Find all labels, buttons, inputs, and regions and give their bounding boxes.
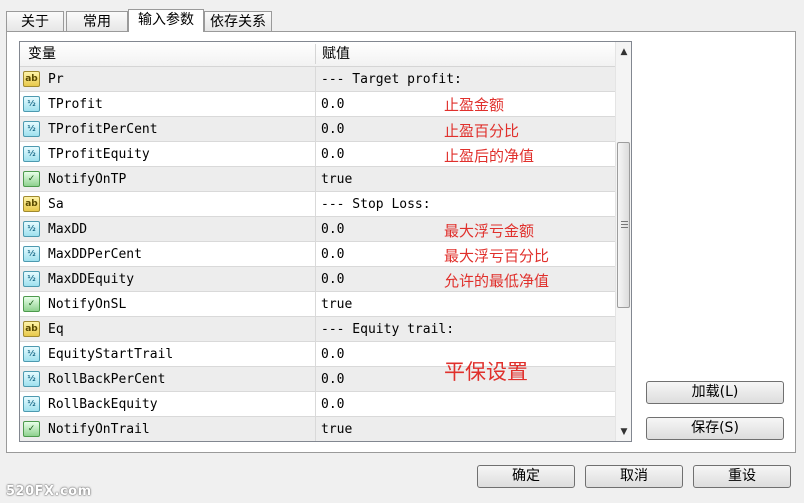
column-divider[interactable] bbox=[315, 44, 316, 64]
parameter-value[interactable]: --- Stop Loss: bbox=[321, 192, 431, 217]
parameter-name: Sa bbox=[48, 197, 64, 212]
parameter-value[interactable]: 0.0 bbox=[321, 92, 344, 117]
tab-common[interactable]: 常用 bbox=[66, 11, 128, 31]
number-param-icon: ½ bbox=[23, 396, 40, 412]
column-divider bbox=[315, 367, 316, 391]
number-param-icon: ½ bbox=[23, 371, 40, 387]
parameter-value[interactable]: 0.0 bbox=[321, 242, 344, 267]
number-param-icon: ½ bbox=[23, 346, 40, 362]
parameters-grid[interactable]: 变量 赋值 ab Pr --- Target profit: ½ TProfit 0.0 ½… bbox=[19, 41, 632, 442]
bool-param-icon: ✓ bbox=[23, 421, 40, 437]
save-button[interactable]: 保存(S) bbox=[646, 417, 784, 440]
table-row[interactable]: ½ TProfit 0.0 bbox=[20, 92, 615, 117]
annotation-breakeven-settings: 平保设置 bbox=[444, 360, 528, 384]
parameter-value[interactable]: 0.0 bbox=[321, 392, 344, 417]
column-divider bbox=[315, 267, 316, 291]
column-header-value[interactable]: 赋值 bbox=[322, 42, 350, 66]
parameter-name: EquityStartTrail bbox=[48, 347, 174, 362]
column-divider bbox=[315, 292, 316, 316]
table-row[interactable]: ab Pr --- Target profit: bbox=[20, 67, 615, 92]
parameter-name: MaxDDPerCent bbox=[48, 247, 142, 262]
watermark-logo: 520FX.com bbox=[6, 484, 92, 499]
parameter-name: RollBackPerCent bbox=[48, 372, 166, 387]
parameter-value[interactable]: --- Target profit: bbox=[321, 67, 462, 92]
string-param-icon: ab bbox=[23, 196, 40, 212]
parameter-value[interactable]: 0.0 bbox=[321, 142, 344, 167]
bool-param-icon: ✓ bbox=[23, 296, 40, 312]
table-row[interactable]: ab Sa --- Stop Loss: bbox=[20, 192, 615, 217]
parameter-value[interactable]: true bbox=[321, 167, 352, 192]
column-divider bbox=[315, 417, 316, 441]
string-param-icon: ab bbox=[23, 71, 40, 87]
grip-line bbox=[621, 221, 628, 222]
parameter-name: RollBackEquity bbox=[48, 397, 158, 412]
parameter-name: Eq bbox=[48, 322, 64, 337]
parameter-value[interactable]: 0.0 bbox=[321, 217, 344, 242]
grip-line bbox=[621, 227, 628, 228]
table-row[interactable]: ab Eq --- Equity trail: bbox=[20, 317, 615, 342]
column-divider bbox=[315, 67, 316, 91]
number-param-icon: ½ bbox=[23, 96, 40, 112]
column-header-variable[interactable]: 变量 bbox=[28, 42, 56, 66]
parameter-value[interactable]: 0.0 bbox=[321, 267, 344, 292]
parameter-value[interactable]: true bbox=[321, 292, 352, 317]
parameter-value[interactable]: --- Equity trail: bbox=[321, 317, 454, 342]
parameter-name: MaxDDEquity bbox=[48, 272, 135, 287]
column-divider bbox=[315, 242, 316, 266]
tab-dependencies[interactable]: 依存关系 bbox=[204, 11, 272, 31]
table-row[interactable]: ½ TProfitPerCent 0.0 bbox=[20, 117, 615, 142]
parameter-value[interactable]: 0.0 bbox=[321, 117, 344, 142]
column-divider bbox=[315, 142, 316, 166]
parameter-name: Pr bbox=[48, 72, 64, 87]
parameter-name: NotifyOnTP bbox=[48, 172, 127, 187]
table-row[interactable]: ✓ NotifyOnSL true bbox=[20, 292, 615, 317]
scroll-down-arrow-icon[interactable]: ▼ bbox=[616, 424, 631, 440]
annotation-take-profit-percent: 止盈百分比 bbox=[444, 122, 520, 140]
number-param-icon: ½ bbox=[23, 146, 40, 162]
number-param-icon: ½ bbox=[23, 271, 40, 287]
number-param-icon: ½ bbox=[23, 246, 40, 262]
parameter-name: TProfitPerCent bbox=[48, 122, 158, 137]
annotation-max-drawdown-amount: 最大浮亏金额 bbox=[444, 222, 535, 240]
load-button[interactable]: 加载(L) bbox=[646, 381, 784, 404]
grid-header: 变量 赋值 bbox=[20, 42, 615, 67]
vertical-scrollbar[interactable]: ▲ ▼ bbox=[615, 42, 631, 441]
column-divider bbox=[315, 392, 316, 416]
tab-inputs[interactable]: 输入参数 bbox=[128, 9, 204, 32]
column-divider bbox=[315, 117, 316, 141]
parameter-name: TProfitEquity bbox=[48, 147, 150, 162]
parameter-name: TProfit bbox=[48, 97, 103, 112]
scrollbar-thumb[interactable] bbox=[617, 142, 630, 308]
column-divider bbox=[315, 92, 316, 116]
column-divider bbox=[315, 167, 316, 191]
bool-param-icon: ✓ bbox=[23, 171, 40, 187]
parameter-value[interactable]: true bbox=[321, 417, 352, 441]
table-row[interactable]: ✓ NotifyOnTrail true bbox=[20, 417, 615, 441]
string-param-icon: ab bbox=[23, 321, 40, 337]
parameter-value[interactable]: 0.0 bbox=[321, 342, 344, 367]
table-row[interactable]: ½ RollBackEquity 0.0 bbox=[20, 392, 615, 417]
table-row[interactable]: ✓ NotifyOnTP true bbox=[20, 167, 615, 192]
parameter-value[interactable]: 0.0 bbox=[321, 367, 344, 392]
column-divider bbox=[315, 342, 316, 366]
reset-button[interactable]: 重设 bbox=[693, 465, 791, 488]
scroll-up-arrow-icon[interactable]: ▲ bbox=[616, 44, 631, 60]
parameter-name: MaxDD bbox=[48, 222, 88, 237]
cancel-button[interactable]: 取消 bbox=[585, 465, 683, 488]
column-divider bbox=[315, 317, 316, 341]
number-param-icon: ½ bbox=[23, 121, 40, 137]
parameter-name: NotifyOnSL bbox=[48, 297, 127, 312]
parameter-name: NotifyOnTrail bbox=[48, 422, 150, 437]
tab-about[interactable]: 关于 bbox=[6, 11, 64, 31]
annotation-min-equity: 允许的最低净值 bbox=[444, 272, 550, 290]
column-divider bbox=[315, 192, 316, 216]
grip-line bbox=[621, 224, 628, 225]
number-param-icon: ½ bbox=[23, 221, 40, 237]
column-divider bbox=[315, 217, 316, 241]
annotation-max-drawdown-percent: 最大浮亏百分比 bbox=[444, 247, 550, 265]
ok-button[interactable]: 确定 bbox=[477, 465, 575, 488]
annotation-take-profit-equity: 止盈后的净值 bbox=[444, 147, 535, 165]
annotation-take-profit-amount: 止盈金额 bbox=[444, 96, 505, 114]
